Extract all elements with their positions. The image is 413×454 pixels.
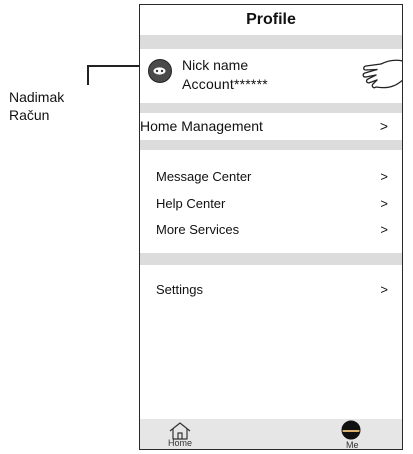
message-center-label: Message Center — [156, 169, 252, 184]
more-services-item[interactable]: More Services > — [140, 222, 402, 242]
callout-line-horizontal — [87, 65, 145, 67]
divider-band — [140, 103, 402, 113]
callout-label-account: Račun — [9, 107, 50, 123]
tab-home-label: Home — [168, 438, 193, 448]
account-text: Account****** — [182, 76, 268, 92]
avatar-icon — [148, 59, 172, 83]
callout-label-nickname: Nadimak — [9, 89, 65, 105]
bottom-tab-bar: Home Me — [140, 419, 402, 449]
chevron-right-icon: > — [380, 222, 388, 237]
chevron-right-icon: > — [380, 282, 388, 297]
divider-band — [140, 35, 402, 49]
settings-item[interactable]: Settings > — [140, 282, 402, 302]
home-management-item[interactable]: Home Management > — [140, 115, 402, 139]
home-management-label: Home Management — [140, 118, 263, 134]
settings-label: Settings — [156, 282, 203, 297]
tab-me[interactable]: Me — [336, 419, 366, 449]
chevron-right-icon: > — [380, 196, 388, 211]
pointing-hand-icon — [360, 55, 402, 100]
chevron-right-icon: > — [380, 169, 388, 184]
callout-line-vertical — [87, 65, 89, 85]
tab-home[interactable]: Home — [164, 419, 204, 449]
help-center-item[interactable]: Help Center > — [140, 196, 402, 216]
more-services-label: More Services — [156, 222, 240, 237]
divider-band — [140, 253, 402, 265]
profile-row[interactable]: Nick name Account****** — [140, 49, 402, 103]
page-title: Profile — [246, 11, 296, 28]
help-center-label: Help Center — [156, 196, 226, 211]
divider-band — [140, 140, 402, 150]
message-center-item[interactable]: Message Center > — [140, 169, 402, 189]
chevron-right-icon: > — [379, 118, 388, 134]
phone-screen: Profile Nick name Account****** Home Man… — [139, 4, 403, 450]
nickname-text: Nick name — [182, 57, 249, 73]
tab-me-label: Me — [346, 440, 359, 450]
